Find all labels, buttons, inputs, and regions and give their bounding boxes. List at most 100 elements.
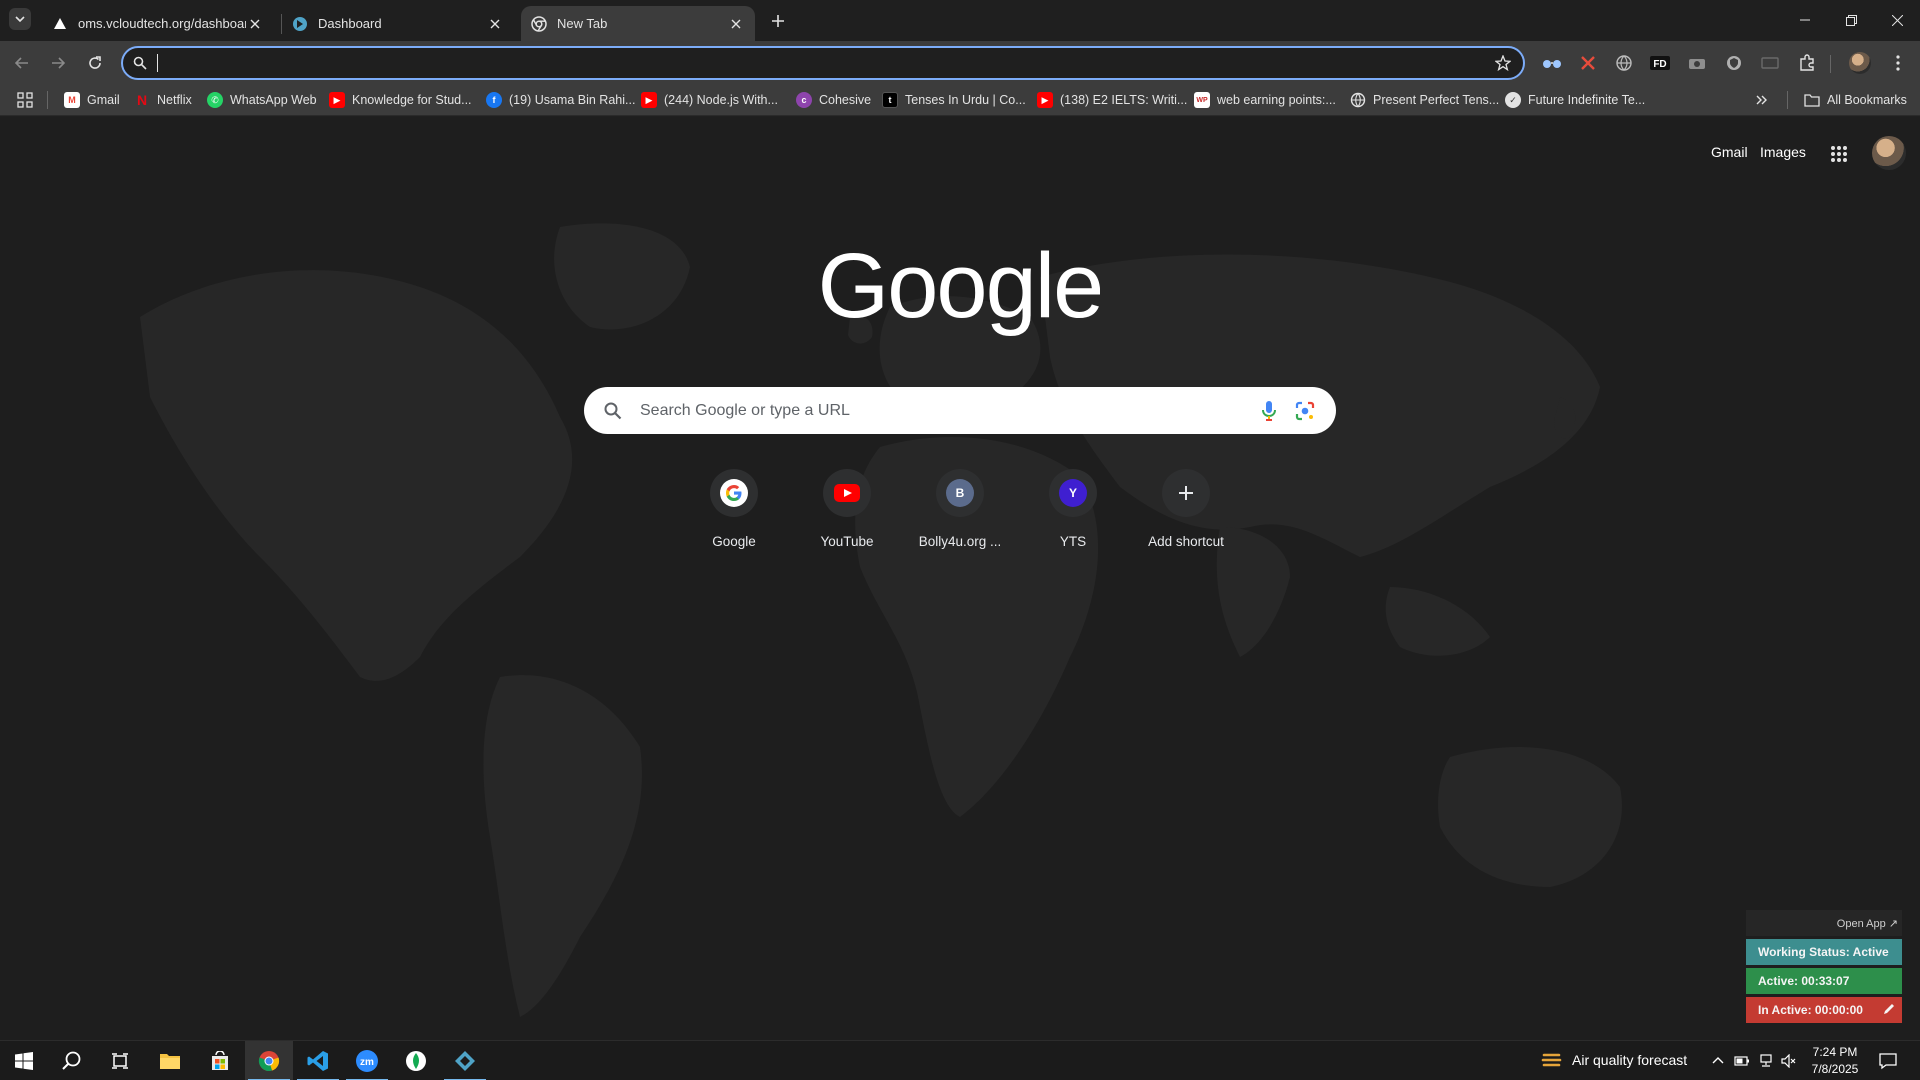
gmail-link[interactable]: Gmail bbox=[1711, 144, 1748, 160]
bookmark-present-perfect[interactable]: Present Perfect Tens... bbox=[1350, 89, 1499, 111]
notification-center-icon[interactable] bbox=[1879, 1052, 1897, 1070]
bookmark-future-indefinite[interactable]: ✓ Future Indefinite Te... bbox=[1505, 89, 1645, 111]
volume-muted-icon[interactable] bbox=[1781, 1053, 1797, 1069]
apps-shortcut-button[interactable] bbox=[17, 89, 33, 111]
bookmark-label: Gmail bbox=[87, 93, 120, 107]
active-timer: Active: 00:33:07 bbox=[1746, 968, 1902, 994]
all-bookmarks-button[interactable]: All Bookmarks bbox=[1804, 89, 1907, 111]
close-window-button[interactable] bbox=[1874, 0, 1920, 40]
wp-icon: WP bbox=[1194, 92, 1210, 108]
bookmark-whatsapp[interactable]: ✆ WhatsApp Web bbox=[207, 89, 317, 111]
shortcut-tile bbox=[710, 469, 758, 517]
globe-icon bbox=[1350, 92, 1366, 108]
zoom-taskbar-button[interactable]: zm bbox=[343, 1041, 391, 1080]
lens-search-button[interactable] bbox=[1292, 398, 1318, 424]
bookmark-web-earning[interactable]: WP web earning points:... bbox=[1194, 89, 1336, 111]
reload-button[interactable] bbox=[81, 49, 109, 77]
bookmark-facebook[interactable]: f (19) Usama Bin Rahi... bbox=[486, 89, 635, 111]
whatsapp-icon: ✆ bbox=[207, 92, 223, 108]
task-view-icon bbox=[112, 1053, 128, 1069]
close-icon[interactable] bbox=[727, 15, 745, 33]
microsoft-store-button[interactable] bbox=[196, 1041, 244, 1080]
task-view-button[interactable] bbox=[96, 1041, 144, 1080]
google-search-box[interactable] bbox=[584, 387, 1336, 434]
shortcut-youtube[interactable]: YouTube bbox=[791, 469, 903, 561]
weather-text[interactable]: Air quality forecast bbox=[1572, 1052, 1687, 1068]
network-icon[interactable] bbox=[1758, 1053, 1774, 1069]
leaf-icon bbox=[406, 1051, 426, 1071]
bookmark-ielts[interactable]: ▶ (138) E2 IELTS: Writi... bbox=[1037, 89, 1187, 111]
shortcut-google[interactable]: Google bbox=[678, 469, 790, 561]
netflix-icon: N bbox=[136, 92, 148, 108]
back-button[interactable] bbox=[8, 49, 36, 77]
weather-icon[interactable] bbox=[1540, 1049, 1564, 1073]
bookmark-star-button[interactable] bbox=[1489, 49, 1517, 77]
battery-icon[interactable] bbox=[1734, 1053, 1750, 1069]
app-diamond-button[interactable] bbox=[441, 1041, 489, 1080]
restore-button[interactable] bbox=[1828, 0, 1874, 40]
bookmark-gmail[interactable]: M Gmail bbox=[64, 89, 120, 111]
google-apps-button[interactable] bbox=[1826, 141, 1852, 167]
bookmark-nodejs[interactable]: ▶ (244) Node.js With... bbox=[641, 89, 778, 111]
close-icon[interactable] bbox=[486, 15, 504, 33]
mongodb-compass-button[interactable] bbox=[392, 1041, 440, 1080]
extension-camera-button[interactable] bbox=[1685, 51, 1709, 75]
address-bar[interactable] bbox=[121, 46, 1525, 80]
chevron-down-icon bbox=[15, 16, 25, 23]
shield-icon bbox=[1727, 56, 1741, 70]
windows-taskbar: zm Air quality forecast 7:24 PM 7/8/2025 bbox=[0, 1040, 1920, 1080]
search-input[interactable] bbox=[640, 401, 1246, 420]
svg-text:Google: Google bbox=[820, 237, 1100, 337]
chrome-menu-button[interactable] bbox=[1886, 51, 1910, 75]
extension-screen-button[interactable] bbox=[1758, 51, 1782, 75]
more-bookmarks-button[interactable] bbox=[1756, 89, 1768, 111]
system-clock[interactable]: 7:24 PM 7/8/2025 bbox=[1800, 1044, 1870, 1078]
chevron-up-icon[interactable] bbox=[1710, 1053, 1726, 1069]
fd-icon: FD bbox=[1650, 56, 1670, 70]
shortcut-bolly4u[interactable]: B Bolly4u.org ... bbox=[904, 469, 1016, 561]
tab-oms[interactable]: oms.vcloudtech.org/dashboard bbox=[42, 6, 274, 41]
open-app-link[interactable]: Open App ↗ bbox=[1746, 910, 1902, 936]
shortcut-tile: B bbox=[936, 469, 984, 517]
shortcut-yts[interactable]: Y YTS bbox=[1017, 469, 1129, 561]
extension-globe-button[interactable] bbox=[1612, 51, 1636, 75]
globe-icon bbox=[1616, 55, 1632, 71]
arrow-right-icon bbox=[52, 57, 66, 69]
avatar bbox=[1849, 52, 1871, 74]
search-button[interactable] bbox=[48, 1041, 96, 1080]
images-link[interactable]: Images bbox=[1760, 144, 1806, 160]
google-g-icon bbox=[720, 479, 748, 507]
start-button[interactable] bbox=[0, 1041, 48, 1080]
bookmark-label: Cohesive bbox=[819, 93, 872, 107]
bookmark-tenses-urdu[interactable]: t Tenses In Urdu | Co... bbox=[882, 89, 1026, 111]
minimize-button[interactable] bbox=[1782, 0, 1828, 40]
tab-dashboard[interactable]: Dashboard bbox=[282, 6, 514, 41]
youtube-icon: ▶ bbox=[329, 92, 345, 108]
chrome-taskbar-button[interactable] bbox=[245, 1041, 293, 1080]
new-tab-button[interactable] bbox=[766, 9, 790, 33]
add-shortcut-button[interactable]: Add shortcut bbox=[1130, 469, 1242, 561]
extension-glasses-button[interactable] bbox=[1540, 51, 1564, 75]
bookmark-cohesive[interactable]: c Cohesive bbox=[796, 89, 871, 111]
forward-button[interactable] bbox=[44, 49, 72, 77]
tab-search-button[interactable] bbox=[9, 8, 31, 30]
account-avatar[interactable] bbox=[1872, 136, 1906, 170]
close-icon[interactable] bbox=[246, 15, 264, 33]
voice-search-button[interactable] bbox=[1256, 398, 1282, 424]
bookmark-knowledge[interactable]: ▶ Knowledge for Stud... bbox=[329, 89, 472, 111]
extensions-menu-button[interactable] bbox=[1795, 51, 1819, 75]
extension-shield-button[interactable] bbox=[1722, 51, 1746, 75]
clock-date: 7/8/2025 bbox=[1811, 1062, 1859, 1076]
file-explorer-button[interactable] bbox=[146, 1041, 194, 1080]
youtube-icon: ▶ bbox=[641, 92, 657, 108]
extension-x-button[interactable] bbox=[1576, 51, 1600, 75]
dashboard-favicon-icon bbox=[292, 16, 308, 32]
bookmark-netflix[interactable]: N Netflix bbox=[134, 89, 192, 111]
tab-new-tab[interactable]: New Tab bbox=[521, 6, 755, 41]
bookmark-separator bbox=[47, 91, 48, 109]
extension-fd-button[interactable]: FD bbox=[1648, 51, 1672, 75]
address-input[interactable] bbox=[166, 55, 1489, 71]
pencil-icon[interactable] bbox=[1882, 1002, 1896, 1019]
vscode-taskbar-button[interactable] bbox=[294, 1041, 342, 1080]
profile-button[interactable] bbox=[1848, 51, 1872, 75]
